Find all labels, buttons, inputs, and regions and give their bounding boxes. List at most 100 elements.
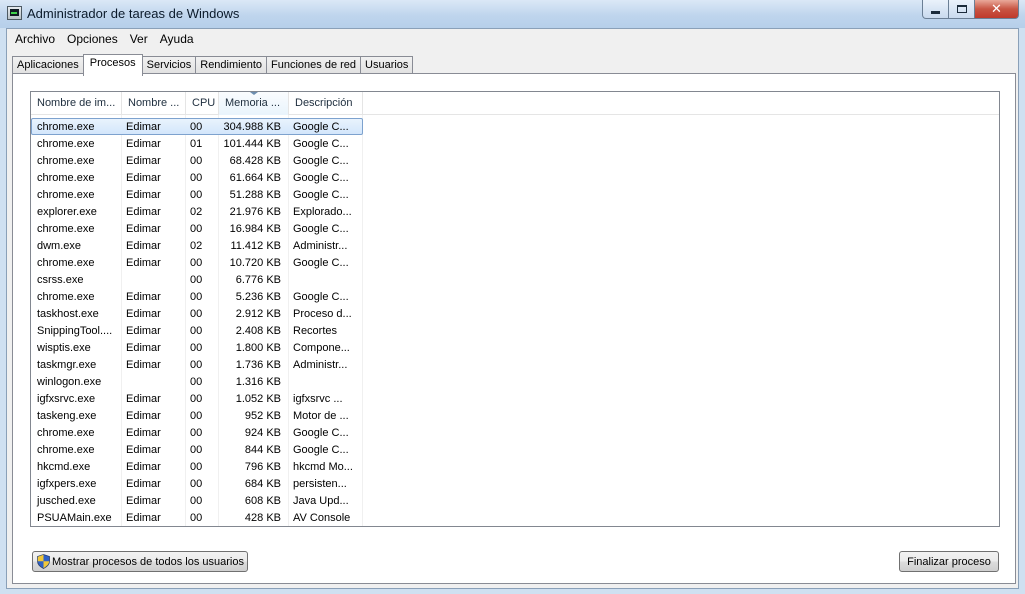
window-title: Administrador de tareas de Windows (27, 6, 240, 21)
table-row[interactable]: chrome.exe Edimar 00 68.428 KB Google C... (31, 152, 999, 169)
cell-user: Edimar (126, 138, 161, 150)
task-manager-icon (7, 6, 22, 20)
cell-description: Google C... (293, 223, 349, 235)
minimize-button[interactable] (922, 0, 949, 19)
menu-opciones[interactable]: Opciones (61, 29, 124, 49)
cell-name: csrss.exe (37, 274, 84, 286)
table-row[interactable]: SnippingTool.... Edimar 00 2.408 KB Recortes (31, 322, 999, 339)
close-button[interactable]: ✕ (975, 0, 1019, 19)
cell-user: Edimar (126, 444, 161, 456)
menu-archivo[interactable]: Archivo (9, 29, 61, 49)
cell-name: chrome.exe (37, 172, 95, 184)
show-all-users-button[interactable]: Mostrar procesos de todos los usuarios (32, 551, 248, 572)
table-row[interactable]: hkcmd.exe Edimar 00 796 KB hkcmd Mo... (31, 458, 999, 475)
column-header-description[interactable]: Descripción (289, 92, 363, 115)
cell-description: Google C... (293, 172, 349, 184)
table-row[interactable]: taskhost.exe Edimar 00 2.912 KB Proceso d... (31, 305, 999, 322)
menu-ayuda[interactable]: Ayuda (154, 29, 200, 49)
cell-user: Edimar (126, 308, 161, 320)
window-client: Archivo Opciones Ver Ayuda Aplicaciones … (6, 28, 1019, 589)
row-cells: taskeng.exe Edimar 00 952 KB Motor de ... (31, 407, 363, 424)
table-row[interactable]: chrome.exe Edimar 01 101.444 KB Google C... (31, 135, 999, 152)
end-process-button[interactable]: Finalizar proceso (899, 551, 999, 572)
table-row[interactable]: chrome.exe Edimar 00 5.236 KB Google C... (31, 288, 999, 305)
cell-user: Edimar (126, 291, 161, 303)
cell-description: persisten... (293, 478, 347, 490)
table-row[interactable]: csrss.exe 00 6.776 KB (31, 271, 999, 288)
table-row[interactable]: igfxpers.exe Edimar 00 684 KB persisten... (31, 475, 999, 492)
cell-user (121, 272, 185, 287)
table-row[interactable]: chrome.exe Edimar 00 16.984 KB Google C... (31, 220, 999, 237)
cell-name: chrome.exe (37, 138, 95, 150)
cell-user: Edimar (126, 495, 161, 507)
title-bar[interactable]: Administrador de tareas de Windows ✕ (0, 0, 1025, 28)
table-row[interactable]: explorer.exe Edimar 02 21.976 KB Explorado..… (31, 203, 999, 220)
cell-name: hkcmd.exe (37, 461, 91, 473)
processes-panel: Nombre de im... Nombre ... CPU Memoria .… (12, 73, 1016, 584)
cell-name: chrome.exe (37, 257, 95, 269)
cell-memory: 101.444 KB (223, 138, 282, 150)
cell-cpu: 02 (190, 240, 203, 252)
column-header-memory-label: Memoria ... (225, 97, 281, 109)
cell-description (288, 374, 362, 389)
table-row[interactable]: PSUAMain.exe Edimar 00 428 KB AV Console (31, 509, 999, 526)
column-header-name[interactable]: Nombre de im... (31, 92, 122, 115)
table-row[interactable]: chrome.exe Edimar 00 304.988 KB Google C... (31, 118, 999, 135)
table-row[interactable]: chrome.exe Edimar 00 924 KB Google C... (31, 424, 999, 441)
maximize-icon (956, 5, 967, 13)
cell-user: Edimar (126, 223, 161, 235)
row-cells: chrome.exe Edimar 00 16.984 KB Google C... (31, 220, 363, 237)
cell-name: chrome.exe (37, 155, 95, 167)
cell-user: Edimar (126, 206, 161, 218)
cell-memory: 1.800 KB (235, 342, 281, 354)
cell-memory: 952 KB (244, 410, 281, 422)
sort-descending-icon (249, 92, 258, 95)
tab-strip: Aplicaciones Procesos Servicios Rendimie… (12, 54, 414, 76)
table-row[interactable]: dwm.exe Edimar 02 11.412 KB Administr... (31, 237, 999, 254)
column-header-cpu[interactable]: CPU (186, 92, 219, 115)
process-list[interactable]: Nombre de im... Nombre ... CPU Memoria .… (30, 91, 1000, 527)
table-row[interactable]: winlogon.exe 00 1.316 KB (31, 373, 999, 390)
cell-memory: 428 KB (244, 512, 281, 524)
column-header-memory[interactable]: Memoria ... (219, 92, 289, 115)
table-row[interactable]: jusched.exe Edimar 00 608 KB Java Upd... (31, 492, 999, 509)
cell-name: chrome.exe (37, 427, 95, 439)
cell-memory: 1.316 KB (235, 376, 281, 388)
cell-description: Google C... (293, 155, 349, 167)
cell-description: Explorado... (293, 206, 352, 218)
table-row[interactable]: chrome.exe Edimar 00 844 KB Google C... (31, 441, 999, 458)
row-cells: PSUAMain.exe Edimar 00 428 KB AV Console (31, 509, 363, 526)
cell-user: Edimar (126, 240, 161, 252)
menu-ver[interactable]: Ver (124, 29, 154, 49)
cell-cpu: 00 (190, 223, 203, 235)
cell-description: Google C... (293, 189, 349, 201)
row-cells: taskmgr.exe Edimar 00 1.736 KB Administr... (31, 356, 363, 373)
cell-name: taskmgr.exe (37, 359, 97, 371)
tab-procesos[interactable]: Procesos (82, 54, 143, 76)
close-icon: ✕ (991, 1, 1002, 16)
maximize-button[interactable] (949, 0, 975, 19)
cell-cpu: 00 (190, 512, 203, 524)
cell-memory: 1.052 KB (235, 393, 281, 405)
cell-user: Edimar (126, 172, 161, 184)
table-row[interactable]: wisptis.exe Edimar 00 1.800 KB Compone... (31, 339, 999, 356)
table-row[interactable]: chrome.exe Edimar 00 10.720 KB Google C... (31, 254, 999, 271)
cell-name: PSUAMain.exe (37, 512, 112, 524)
cell-cpu: 00 (190, 427, 203, 439)
row-cells: wisptis.exe Edimar 00 1.800 KB Compone... (31, 339, 363, 356)
cell-user: Edimar (126, 359, 161, 371)
table-row[interactable]: chrome.exe Edimar 00 51.288 KB Google C... (31, 186, 999, 203)
cell-memory: 2.912 KB (235, 308, 281, 320)
cell-description: Google C... (293, 444, 349, 456)
table-row[interactable]: chrome.exe Edimar 00 61.664 KB Google C... (31, 169, 999, 186)
cell-cpu: 00 (190, 461, 203, 473)
cell-user: Edimar (126, 512, 161, 524)
table-row[interactable]: taskmgr.exe Edimar 00 1.736 KB Administr... (31, 356, 999, 373)
row-cells: dwm.exe Edimar 02 11.412 KB Administr... (31, 237, 363, 254)
column-header-user[interactable]: Nombre ... (122, 92, 186, 115)
cell-memory: 6.776 KB (235, 274, 281, 286)
cell-description: igfxsrvc ... (293, 393, 343, 405)
cell-description: Motor de ... (293, 410, 349, 422)
table-row[interactable]: taskeng.exe Edimar 00 952 KB Motor de ... (31, 407, 999, 424)
table-row[interactable]: igfxsrvc.exe Edimar 00 1.052 KB igfxsrvc ... (31, 390, 999, 407)
